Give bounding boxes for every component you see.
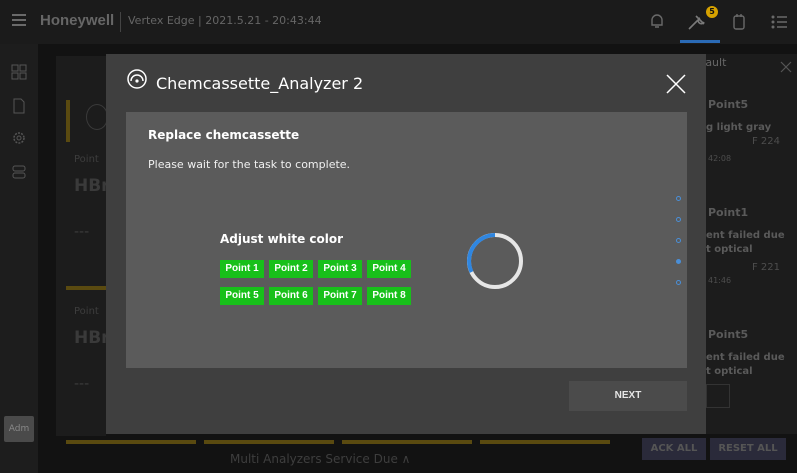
fault-text: t optical [706, 366, 753, 377]
point-badge: Point 1 [220, 260, 264, 278]
step-dot [676, 259, 681, 264]
step-label: Adjust white color [220, 232, 344, 246]
point-badge: Point 2 [269, 260, 313, 278]
reset-all-button[interactable]: RESET ALL [710, 438, 786, 460]
point-badge: Point 6 [269, 287, 313, 305]
status-bar [204, 440, 334, 444]
point-badge: Point 5 [220, 287, 264, 305]
step-dot [676, 196, 681, 201]
tools-icon[interactable] [686, 12, 708, 34]
user-avatar[interactable]: Adm [4, 416, 34, 442]
chevron-up-icon: ∧ [401, 452, 411, 466]
bottom-status-text: Multi Analyzers Service Due [230, 452, 398, 466]
fault-text: ent failed due [706, 352, 785, 363]
point-badge: Point 3 [318, 260, 362, 278]
divider [120, 12, 121, 32]
reading-value: --- [74, 376, 90, 392]
ack-all-button[interactable]: ACK ALL [642, 438, 706, 460]
fault-text: g light gray [706, 122, 772, 133]
fault-title: Point1 [708, 206, 749, 219]
storage-icon[interactable] [10, 164, 28, 180]
wait-message: Please wait for the task to complete. [148, 158, 351, 171]
dialog-title: Chemcassette_Analyzer 2 [156, 74, 364, 93]
dashboard-icon[interactable] [10, 64, 28, 80]
close-icon[interactable] [664, 72, 688, 96]
brand-logo: Honeywell [40, 12, 115, 29]
fault-text: ent failed due [706, 230, 785, 241]
bell-icon[interactable] [646, 12, 668, 34]
task-panel: Replace chemcassette Please wait for the… [126, 112, 687, 368]
report-icon[interactable] [10, 98, 28, 114]
status-bar [66, 440, 196, 444]
point-badge: Point 8 [367, 287, 411, 305]
close-icon[interactable] [780, 58, 792, 73]
section-title: Replace chemcassette [148, 128, 300, 142]
status-stripe [66, 100, 70, 142]
active-tab-indicator [680, 40, 720, 43]
settings-icon[interactable] [10, 130, 28, 146]
next-button[interactable]: NEXT [569, 381, 687, 411]
fault-action[interactable] [706, 384, 730, 408]
cassette-icon [126, 68, 148, 90]
notification-badge: 5 [706, 6, 718, 18]
reading-value: --- [74, 224, 90, 240]
gas-value: HBr [74, 328, 110, 348]
status-bar [480, 440, 610, 444]
fault-code: F 224 [752, 136, 781, 147]
item-icon [86, 104, 108, 130]
fault-time: 42:08 [708, 154, 732, 163]
analyzer-dialog: Chemcassette_Analyzer 2 Replace chemcass… [106, 54, 706, 434]
status-bar [342, 440, 472, 444]
status-bar [66, 286, 106, 290]
fault-code: F 221 [752, 262, 781, 273]
fault-text: t optical [706, 244, 753, 255]
step-dot [676, 217, 681, 222]
point-badge: Point 7 [318, 287, 362, 305]
point-label: Point [74, 306, 99, 317]
list-icon[interactable] [768, 12, 790, 34]
fault-time: 41:46 [708, 276, 732, 285]
fault-title: Point5 [708, 98, 749, 111]
header-info: Vertex Edge | 2021.5.21 - 20:43:44 [128, 14, 322, 27]
device-icon[interactable] [728, 12, 750, 34]
loading-spinner [464, 230, 526, 292]
step-dot [676, 280, 681, 285]
point-badge: Point 4 [367, 260, 411, 278]
step-dot [676, 238, 681, 243]
menu-icon[interactable] [12, 14, 26, 26]
gas-value: HBr [74, 176, 110, 196]
point-label: Point [74, 154, 99, 165]
fault-title: Point5 [708, 328, 749, 341]
bottom-status[interactable]: Multi Analyzers Service Due ∧ [230, 452, 410, 466]
